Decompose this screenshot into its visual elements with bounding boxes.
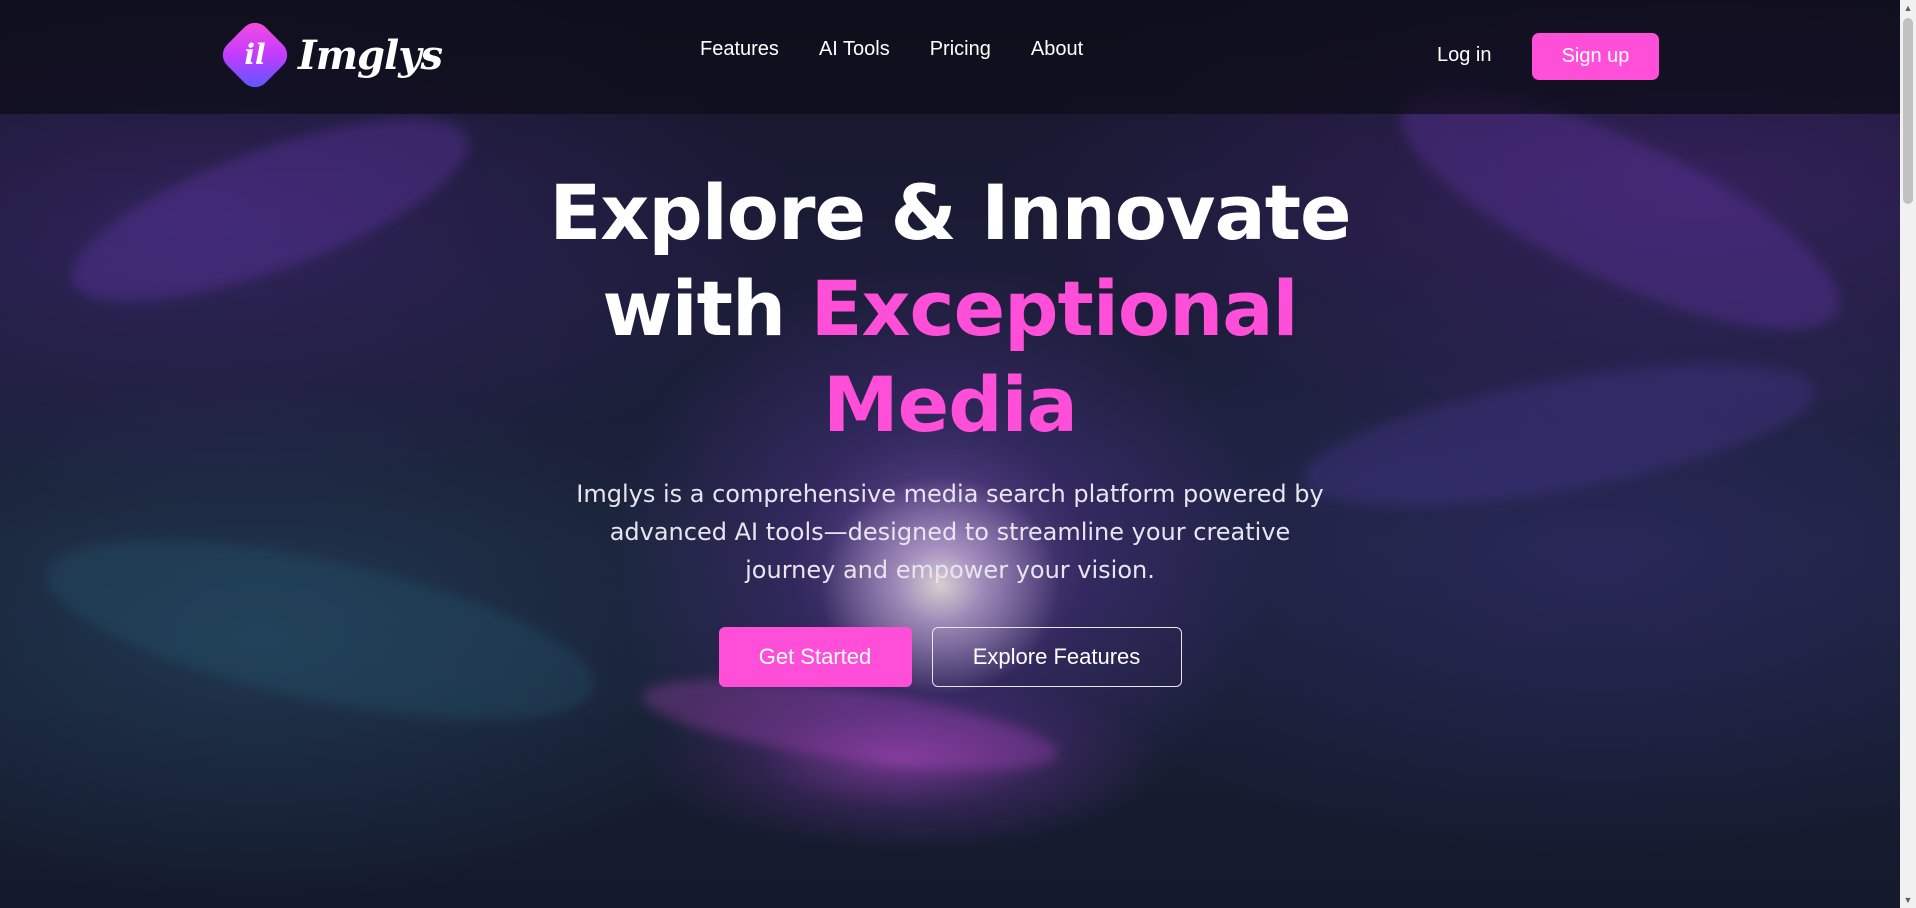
headline-line-2-accent: Exceptional (810, 264, 1299, 353)
explore-features-button[interactable]: Explore Features (931, 627, 1182, 687)
brand-name: Imglys (298, 31, 443, 79)
brand-logo-link[interactable]: il Imglys (216, 16, 443, 94)
hero-section: Explore & Innovate with Exceptional Medi… (0, 165, 1900, 687)
signup-button[interactable]: Sign up (1532, 33, 1659, 80)
brand-logo-icon: il (216, 16, 294, 94)
scroll-down-icon[interactable]: ▼ (1900, 892, 1916, 908)
nav-link-about[interactable]: About (1031, 38, 1083, 61)
page-scrollbar[interactable]: ▲ ▼ (1900, 0, 1916, 908)
nav-link-features[interactable]: Features (700, 38, 779, 61)
nav-link-pricing[interactable]: Pricing (930, 38, 991, 61)
landing-page: il Imglys Features AI Tools Pricing Abou… (0, 0, 1900, 908)
brand-logo-mark-text: il (244, 38, 266, 72)
main-nav: Features AI Tools Pricing About (700, 38, 1083, 61)
headline-line-3-accent: Media (823, 360, 1078, 449)
hero-cta-group: Get Started Explore Features (0, 627, 1848, 687)
nav-link-ai-tools[interactable]: AI Tools (819, 38, 890, 61)
scrollbar-thumb[interactable] (1903, 18, 1913, 204)
login-link[interactable]: Log in (1437, 44, 1492, 67)
top-navbar: il Imglys Features AI Tools Pricing Abou… (0, 0, 1900, 114)
headline-line-2-white: with (602, 264, 786, 353)
headline-line-1: Explore & Innovate (549, 168, 1351, 257)
hero-subtitle: Imglys is a comprehensive media search p… (576, 480, 1324, 584)
scroll-up-icon[interactable]: ▲ (1900, 0, 1916, 16)
hero-headline: Explore & Innovate with Exceptional Medi… (0, 165, 1900, 453)
get-started-button[interactable]: Get Started (718, 627, 912, 687)
